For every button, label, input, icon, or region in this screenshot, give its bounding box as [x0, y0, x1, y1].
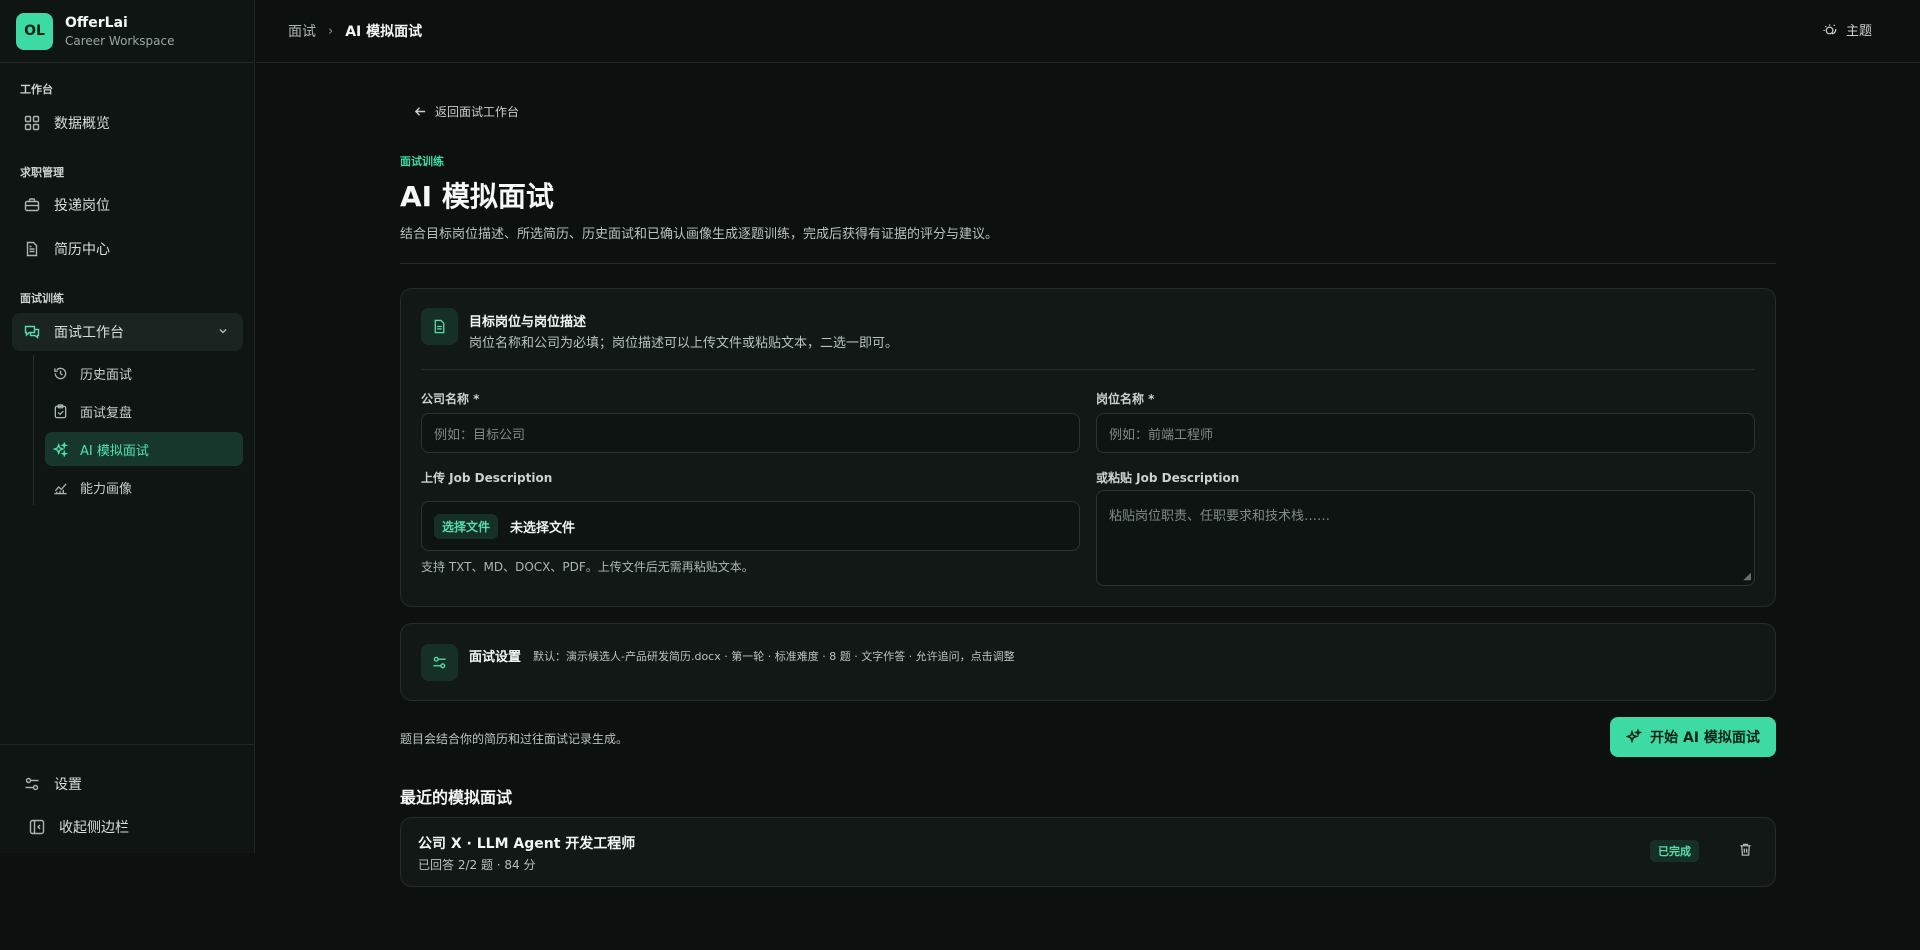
- sidebar-item-label: 数据概览: [54, 116, 110, 132]
- sparkles-icon: [53, 441, 68, 457]
- sidebar-collapse-icon: [29, 819, 45, 835]
- chat-icon: [24, 324, 40, 340]
- collapse-sidebar-button[interactable]: 收起侧边栏: [17, 808, 248, 846]
- status-badge: 已完成: [1650, 840, 1699, 862]
- sidebar-item-profile[interactable]: 能力画像: [45, 470, 243, 504]
- generation-note: 题目会结合你的简历和过往面试记录生成。: [400, 732, 629, 746]
- divider: [400, 263, 1776, 264]
- document-icon: [24, 241, 40, 257]
- sidebar-item-settings[interactable]: 设置: [12, 765, 243, 803]
- briefcase-icon: [24, 197, 40, 213]
- sidebar-item-interview-workbench[interactable]: 面试工作台: [12, 313, 243, 351]
- brand[interactable]: OL OfferLai Career Workspace: [0, 0, 254, 63]
- upload-hint: 支持 TXT、MD、DOCX、PDF。上传文件后无需再粘贴文本。: [421, 560, 754, 574]
- topbar: 面试 › AI 模拟面试 主题: [256, 0, 1920, 63]
- start-button-label: 开始 AI 模拟面试: [1650, 730, 1760, 746]
- trash-icon[interactable]: [1738, 842, 1753, 857]
- sidebar-item-review[interactable]: 面试复盘: [45, 394, 243, 428]
- page-eyebrow: 面试训练: [400, 155, 444, 168]
- interview-settings-card[interactable]: 面试设置 默认：演示候选人-产品研发简历.docx · 第一轮 · 标准难度 ·…: [400, 623, 1776, 701]
- paste-label: 或粘贴 Job Description: [1096, 471, 1240, 485]
- brand-subtitle: Career Workspace: [65, 33, 175, 48]
- document-icon: [421, 308, 458, 345]
- sidebar-item-label: AI 模拟面试: [80, 443, 149, 459]
- sidebar-item-label: 面试工作台: [54, 325, 124, 341]
- chart-line-icon: [53, 480, 68, 495]
- page-description: 结合目标岗位描述、所选简历、历史面试和已确认画像生成逐题训练，完成后获得有证据的…: [400, 227, 999, 242]
- sidebar-item-label: 投递岗位: [54, 198, 110, 214]
- history-icon: [53, 366, 68, 381]
- sidebar-footer: 设置 收起侧边栏: [0, 744, 255, 853]
- sidebar-item-resumes[interactable]: 简历中心: [12, 230, 243, 268]
- sun-moon-icon: [1823, 22, 1838, 37]
- settings-summary[interactable]: 默认：演示候选人-产品研发简历.docx · 第一轮 · 标准难度 · 8 题 …: [533, 648, 1015, 664]
- back-link[interactable]: 返回面试工作台: [414, 103, 519, 120]
- sidebar-item-label: 能力画像: [80, 481, 133, 497]
- sidebar-item-overview[interactable]: 数据概览: [12, 104, 243, 142]
- upload-label: 上传 Job Description: [421, 471, 553, 485]
- start-mock-interview-button[interactable]: 开始 AI 模拟面试: [1610, 717, 1776, 757]
- company-input[interactable]: 例如：目标公司: [421, 413, 1080, 453]
- brand-name: OfferLai: [65, 14, 128, 31]
- position-label: 岗位名称 *: [1096, 392, 1155, 406]
- section-job: 求职管理: [20, 166, 64, 179]
- theme-label: 主题: [1845, 24, 1872, 39]
- choose-file-button[interactable]: 选择文件: [434, 513, 499, 539]
- sparkles-icon: [1626, 729, 1643, 745]
- sidebar-item-label: 设置: [54, 777, 82, 793]
- file-upload-field[interactable]: 选择文件 未选择文件: [421, 501, 1080, 551]
- sidebar-item-label: 历史面试: [80, 367, 133, 383]
- position-input[interactable]: 例如：前端工程师: [1096, 413, 1755, 453]
- sliders-icon: [24, 776, 40, 792]
- sidebar-item-history[interactable]: 历史面试: [45, 356, 243, 390]
- card-divider: [421, 369, 1755, 370]
- submenu-guide-line: [33, 355, 34, 505]
- list-item[interactable]: 公司 X · LLM Agent 开发工程师 已回答 2/2 题 · 84 分 …: [400, 817, 1776, 887]
- jd-placeholder: 粘贴岗位职责、任职要求和技术栈……: [1109, 509, 1331, 524]
- breadcrumb-current: AI 模拟面试: [345, 24, 423, 40]
- section-workspace: 工作台: [20, 83, 53, 96]
- sliders-icon: [421, 644, 458, 681]
- page-title: AI 模拟面试: [400, 180, 554, 213]
- jd-textarea[interactable]: 粘贴岗位职责、任职要求和技术栈…… ◢: [1096, 490, 1755, 586]
- back-link-label: 返回面试工作台: [435, 105, 520, 119]
- clipboard-check-icon: [53, 403, 68, 419]
- resize-grip-icon[interactable]: ◢: [1743, 571, 1751, 582]
- recent-section-title: 最近的模拟面试: [400, 788, 513, 807]
- job-card-title: 目标岗位与岗位描述: [469, 315, 587, 330]
- section-interview: 面试训练: [20, 292, 64, 305]
- file-status: 未选择文件: [510, 520, 576, 536]
- sidebar-item-mock[interactable]: AI 模拟面试: [45, 432, 243, 466]
- grid-icon: [24, 115, 40, 131]
- theme-toggle-button[interactable]: 主题: [1823, 20, 1872, 39]
- brand-logo: OL: [16, 12, 53, 50]
- recent-item-meta: 已回答 2/2 题 · 84 分: [418, 858, 536, 872]
- breadcrumb-separator-icon: ›: [328, 23, 334, 39]
- collapse-label: 收起侧边栏: [59, 820, 129, 836]
- chevron-down-icon[interactable]: [217, 325, 229, 341]
- settings-title: 面试设置: [469, 650, 522, 665]
- recent-item-title: 公司 X · LLM Agent 开发工程师: [418, 836, 636, 852]
- arrow-left-icon: [414, 105, 427, 118]
- job-card: 目标岗位与岗位描述 岗位名称和公司为必填；岗位描述可以上传文件或粘贴文本，二选一…: [400, 288, 1776, 607]
- sidebar-item-label: 面试复盘: [80, 405, 133, 421]
- job-card-subtitle: 岗位名称和公司为必填；岗位描述可以上传文件或粘贴文本，二选一即可。: [469, 336, 899, 351]
- breadcrumb-parent[interactable]: 面试: [288, 21, 316, 41]
- sidebar-item-applications[interactable]: 投递岗位: [12, 186, 243, 224]
- company-label: 公司名称 *: [421, 392, 480, 406]
- sidebar: OL OfferLai Career Workspace 工作台 数据概览 求职…: [0, 0, 255, 853]
- sidebar-item-label: 简历中心: [54, 242, 110, 258]
- app-root: OL OfferLai Career Workspace 工作台 数据概览 求职…: [0, 0, 1920, 950]
